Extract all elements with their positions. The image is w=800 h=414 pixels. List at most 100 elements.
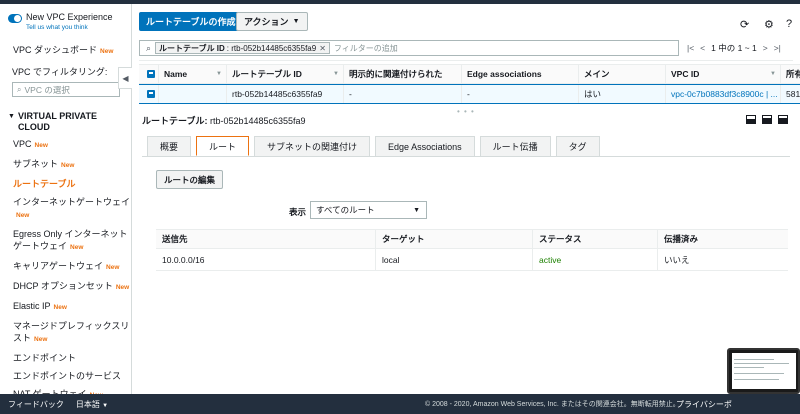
actions-button[interactable]: アクション ▼ (236, 12, 308, 31)
create-route-table-button[interactable]: ルートテーブルの作成 (139, 12, 243, 31)
gear-icon[interactable]: ⚙ (764, 18, 774, 31)
screenshot-thumbnail[interactable] (727, 348, 800, 394)
tab-route-propagation[interactable]: ルート伝播 (479, 136, 551, 156)
close-icon[interactable]: ✕ (319, 44, 326, 53)
new-badge: New (53, 304, 67, 311)
sidebar-item-carrier-gateways[interactable]: キャリアゲートウェイ New (0, 257, 131, 277)
first-page-icon[interactable]: |< (687, 43, 694, 53)
route-view-select[interactable]: すべてのルート ▼ (310, 201, 427, 219)
column-header-target: ターゲット (376, 230, 533, 248)
route-destination: 10.0.0.0/16 (156, 249, 376, 270)
search-input[interactable]: ⌕ ルートテーブル ID : rtb-052b14485c6355fa9 ✕ フ… (139, 40, 679, 56)
panel-half-icon[interactable] (762, 115, 772, 124)
cell-edge: - (462, 85, 579, 103)
refresh-icon[interactable]: ⟳ (740, 18, 749, 31)
toolbar: ルートテーブルの作成 アクション ▼ ⟳ ⚙ ? (132, 4, 800, 36)
detail-title: ルートテーブル: rtb-052b14485c6355fa9 (142, 114, 306, 127)
filter-chip[interactable]: ルートテーブル ID : rtb-052b14485c6355fa9 ✕ (155, 42, 330, 54)
row-checkbox[interactable] (139, 85, 159, 103)
sidebar-item-label: エンドポイントのサービス (13, 371, 122, 381)
detail-tabs: 概要 ルート サブネットの関連付け Edge Associations ルート伝… (147, 136, 600, 156)
sidebar-item-label: Elastic IP (13, 301, 51, 311)
feedback-link[interactable]: Tell us what you think (26, 24, 113, 31)
caret-down-icon: ▼ (102, 402, 109, 409)
new-experience-toggle[interactable] (8, 14, 22, 23)
language-selector[interactable]: 日本語 ▼ (76, 399, 108, 410)
tab-routes[interactable]: ルート (196, 136, 250, 156)
column-header-status: ステータス (533, 230, 658, 248)
filter-chip-key: ルートテーブル ID (159, 43, 225, 53)
feedback-link[interactable]: フィードバック (8, 399, 64, 410)
route-propagated: いいえ (664, 254, 690, 265)
tab-subnet-associations[interactable]: サブネットの関連付け (254, 136, 371, 156)
sidebar-item-nat-gateways[interactable]: NAT ゲートウェイNew (0, 385, 131, 394)
sidebar-item-egress-only-igw[interactable]: Egress Only インターネットゲートウェイ New (0, 225, 131, 257)
sidebar-item-subnets[interactable]: サブネット New (0, 155, 131, 175)
panel-split-icon[interactable] (746, 115, 756, 124)
column-header-owner[interactable]: 所有 (781, 65, 800, 83)
tab-tags[interactable]: タグ (555, 136, 600, 156)
routes-table-header: 送信先 ターゲット ステータス 伝播済み (156, 229, 788, 249)
column-header-route-table-id[interactable]: ルートテーブル ID ▼ (227, 65, 344, 83)
sidebar-item-label: VPC (13, 139, 32, 149)
last-page-icon[interactable]: >| (774, 43, 781, 53)
column-header-main[interactable]: メイン (579, 65, 666, 83)
sidebar-item-managed-prefix-lists[interactable]: マネージドプレフィックスリスト New (0, 317, 131, 349)
new-badge: New (16, 212, 30, 219)
route-status: active (533, 249, 658, 270)
sidebar-item-endpoint-services[interactable]: エンドポイントのサービス (0, 367, 131, 385)
panel-layout-controls (746, 115, 788, 124)
cell-name (159, 85, 227, 103)
new-badge: New (100, 48, 114, 55)
pagination: |< < 1 中の 1 ~ 1 > >| (687, 42, 781, 54)
new-badge: New (34, 142, 48, 149)
search-icon: ⌕ (17, 84, 22, 94)
privacy-link[interactable]: プライバシーポ (676, 399, 732, 410)
sidebar-item-label: エンドポイント (13, 353, 77, 363)
new-badge: New (106, 264, 120, 271)
filter-chip-value: : rtb-052b14485c6355fa9 (226, 43, 317, 53)
vpc-filter-select[interactable]: ⌕ VPC の選択 (12, 82, 120, 97)
sidebar-item-label: VPC ダッシュボード (13, 45, 98, 55)
sidebar-item-dashboard[interactable]: VPC ダッシュボード New (0, 41, 131, 61)
sidebar-item-route-tables[interactable]: ルートテーブル (0, 175, 131, 193)
tab-edge-associations[interactable]: Edge Associations (375, 136, 475, 156)
column-header-name[interactable]: Name ▼ (159, 65, 227, 83)
sidebar-item-endpoints[interactable]: エンドポイント (0, 349, 131, 367)
sidebar-item-internet-gateways[interactable]: インターネットゲートウェイ New (0, 193, 131, 225)
footer: フィードバック 日本語 ▼ © 2008 - 2020, Amazon Web … (0, 394, 800, 414)
cell-vpc-id-link[interactable]: vpc-0c7b0883df3c8900c | ... (666, 85, 781, 103)
sidebar-item-label: マネージドプレフィックスリスト (13, 321, 130, 343)
cell-explicit: - (344, 85, 462, 103)
vpc-select-placeholder: VPC の選択 (24, 84, 70, 95)
filter-bar: ⌕ ルートテーブル ID : rtb-052b14485c6355fa9 ✕ フ… (139, 37, 793, 61)
chevron-down-icon: ▼ (292, 18, 300, 25)
sidebar-item-dhcp-options[interactable]: DHCP オプションセット New (0, 277, 131, 297)
select-all-checkbox[interactable] (139, 65, 159, 83)
column-header-explicit[interactable]: 明示的に関連付けられた (344, 65, 462, 83)
cell-route-table-id: rtb-052b14485c6355fa9 (227, 85, 344, 103)
prev-page-icon[interactable]: < (700, 43, 705, 53)
panel-full-icon[interactable] (778, 115, 788, 124)
search-icon: ⌕ (146, 42, 152, 53)
table-row: 10.0.0.0/16 local active いいえ (156, 249, 788, 271)
vpc-filter-label: VPC でフィルタリング: (12, 67, 108, 77)
sidebar-item-label: インターネットゲートウェイ (13, 197, 131, 207)
new-vpc-experience: New VPC Experience Tell us what you thin… (0, 4, 131, 35)
detail-title-value: rtb-052b14485c6355fa9 (209, 116, 306, 126)
experience-title: New VPC Experience (26, 12, 113, 22)
tab-overview[interactable]: 概要 (147, 136, 192, 156)
table-row[interactable]: rtb-052b14485c6355fa9 - - はい vpc-0c7b088… (139, 84, 800, 104)
edit-routes-button[interactable]: ルートの編集 (156, 170, 224, 189)
sidebar-item-elastic-ip[interactable]: Elastic IP New (0, 297, 131, 317)
help-icon[interactable]: ? (786, 18, 792, 30)
collapse-sidebar-button[interactable]: ◀ (118, 67, 132, 89)
sidebar-item-label: サブネット (13, 159, 59, 169)
section-vpc[interactable]: ▼ VIRTUAL PRIVATE CLOUD (0, 97, 131, 135)
column-header-edge[interactable]: Edge associations (462, 65, 579, 83)
column-header-vpc-id[interactable]: VPC ID ▼ (666, 65, 781, 83)
copyright: © 2008 - 2020, Amazon Web Services, Inc.… (425, 401, 680, 408)
next-page-icon[interactable]: > (763, 43, 768, 53)
panel-resize-handle[interactable]: • • • (457, 107, 475, 116)
sidebar-item-vpc[interactable]: VPC New (0, 135, 131, 155)
